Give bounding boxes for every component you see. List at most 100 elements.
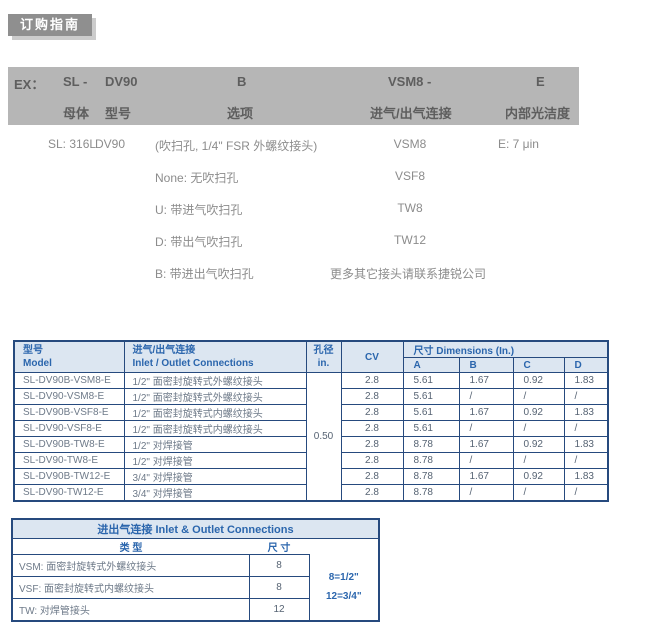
model-cell: SL-DV90B-VSF8-E	[14, 405, 124, 421]
spec-row: SL-DV90B-VSM8-E 1/2" 面密封旋转式外螺纹接头 0.50 2.…	[14, 373, 608, 389]
col-header-d: D	[564, 358, 608, 373]
cv-cell: 2.8	[341, 405, 403, 421]
connection-cell: 1/2" 面密封旋转式内螺纹接头	[124, 421, 306, 437]
cv-cell: 2.8	[341, 469, 403, 485]
cv-cell: 2.8	[341, 485, 403, 502]
col-header-dimensions: 尺寸 Dimensions (In.)	[403, 341, 608, 358]
connections-row: VSM: 面密封旋转式外螺纹接头 8 8=1/2" 12=3/4"	[12, 555, 379, 577]
subheader-spacer	[309, 539, 379, 555]
dim-b-cell: /	[459, 389, 513, 405]
connection-cell: 3/4" 对焊接管	[124, 469, 306, 485]
dim-d-cell: 1.83	[564, 373, 608, 389]
dim-d-cell: 1.83	[564, 437, 608, 453]
label-option: 选项	[227, 103, 253, 122]
option-base-value: SL: 316L	[48, 137, 96, 151]
size-cell: 8	[249, 555, 309, 577]
label-model: 型号	[105, 103, 131, 122]
dim-b-cell: /	[459, 453, 513, 469]
cv-cell: 2.8	[341, 421, 403, 437]
dim-a-cell: 8.78	[403, 437, 459, 453]
option-model-value: DV90	[95, 137, 125, 151]
dim-d-cell: /	[564, 453, 608, 469]
option-item-4: B: 带进出气吹扫孔	[155, 265, 254, 282]
col-header-c: C	[513, 358, 564, 373]
ordering-guide-badge: 订购指南	[8, 14, 92, 36]
model-cell: SL-DV90-VSF8-E	[14, 421, 124, 437]
model-cell: SL-DV90B-VSM8-E	[14, 373, 124, 389]
size-legend: 8=1/2" 12=3/4"	[309, 555, 379, 622]
dim-b-cell: 1.67	[459, 469, 513, 485]
connection-cell: 1/2" 面密封旋转式外螺纹接头	[124, 389, 306, 405]
col-header-a: A	[403, 358, 459, 373]
dim-c-cell: /	[513, 421, 564, 437]
type-cell: TW: 对焊管接头	[12, 599, 249, 622]
ordering-code-header: EX： SL - DV90 B VSM8 - E 母体 型号 选项 进气/出气连…	[8, 67, 579, 125]
code-ex-label: EX：	[14, 74, 44, 93]
dim-a-cell: 5.61	[403, 405, 459, 421]
connection-cell: 1/2" 面密封旋转式外螺纹接头	[124, 373, 306, 389]
dim-d-cell: 1.83	[564, 469, 608, 485]
dim-a-cell: 8.78	[403, 469, 459, 485]
connections-table-title: 进出气连接 Inlet & Outlet Connections	[12, 519, 379, 539]
col-header-connection: 进气/出气连接 Inlet / Outlet Connections	[124, 341, 306, 373]
dim-a-cell: 5.61	[403, 389, 459, 405]
type-cell: VSF: 面密封旋转式内螺纹接头	[12, 577, 249, 599]
col-header-model: 型号 Model	[14, 341, 124, 373]
orifice-cell: 0.50	[306, 373, 341, 502]
model-cell: SL-DV90-VSM8-E	[14, 389, 124, 405]
option-item-3: D: 带出气吹扫孔	[155, 233, 242, 250]
option-item-2: U: 带进气吹扫孔	[155, 201, 242, 218]
cv-cell: 2.8	[341, 453, 403, 469]
model-cell: SL-DV90B-TW12-E	[14, 469, 124, 485]
model-cell: SL-DV90B-TW8-E	[14, 437, 124, 453]
dim-a-cell: 8.78	[403, 485, 459, 502]
spec-table: 型号 Model 进气/出气连接 Inlet / Outlet Connecti…	[13, 340, 609, 502]
label-base: 母体	[63, 103, 89, 122]
dim-b-cell: /	[459, 485, 513, 502]
connection-option-0: VSM8	[380, 137, 440, 151]
label-finish: 内部光洁度	[505, 103, 570, 122]
connection-cell: 3/4" 对焊接管	[124, 485, 306, 502]
code-connection: VSM8 -	[388, 74, 431, 89]
option-item-0: (吹扫孔, 1/4" FSR 外螺纹接头)	[155, 137, 317, 154]
code-option: B	[237, 74, 246, 89]
contact-note: 更多其它接头请联系捷锐公司	[330, 265, 486, 282]
col-header-size: 尺 寸	[249, 539, 309, 555]
connections-table: 进出气连接 Inlet & Outlet Connections 类 型 尺 寸…	[11, 518, 380, 622]
catalog-page: 订购指南 EX： SL - DV90 B VSM8 - E 母体 型号 选项 进…	[0, 0, 663, 625]
dim-b-cell: /	[459, 421, 513, 437]
type-cell: VSM: 面密封旋转式外螺纹接头	[12, 555, 249, 577]
code-model: DV90	[105, 74, 138, 89]
dim-b-cell: 1.67	[459, 405, 513, 421]
connections-subheader-row: 类 型 尺 寸	[12, 539, 379, 555]
connection-cell: 1/2" 面密封旋转式内螺纹接头	[124, 405, 306, 421]
connection-option-3: TW12	[380, 233, 440, 247]
size-cell: 8	[249, 577, 309, 599]
dim-c-cell: /	[513, 453, 564, 469]
dim-d-cell: 1.83	[564, 405, 608, 421]
dim-d-cell: /	[564, 421, 608, 437]
dim-b-cell: 1.67	[459, 373, 513, 389]
connection-cell: 1/2" 对焊接管	[124, 453, 306, 469]
col-header-orifice: 孔径 in.	[306, 341, 341, 373]
option-item-1: None: 无吹扫孔	[155, 169, 238, 186]
size-legend-line2: 12=3/4"	[310, 587, 379, 606]
spec-header-row-1: 型号 Model 进气/出气连接 Inlet / Outlet Connecti…	[14, 341, 608, 358]
dim-c-cell: /	[513, 485, 564, 502]
col-header-b: B	[459, 358, 513, 373]
code-base: SL -	[63, 74, 87, 89]
finish-option: E: 7 μin	[498, 137, 539, 151]
cv-cell: 2.8	[341, 389, 403, 405]
dim-d-cell: /	[564, 389, 608, 405]
col-header-cv: CV	[341, 341, 403, 373]
dim-a-cell: 5.61	[403, 373, 459, 389]
model-cell: SL-DV90-TW8-E	[14, 453, 124, 469]
code-finish: E	[536, 74, 545, 89]
connections-title-row: 进出气连接 Inlet & Outlet Connections	[12, 519, 379, 539]
connection-cell: 1/2" 对焊接管	[124, 437, 306, 453]
size-legend-line1: 8=1/2"	[310, 568, 379, 587]
size-cell: 12	[249, 599, 309, 622]
dim-c-cell: 0.92	[513, 405, 564, 421]
connection-option-2: TW8	[380, 201, 440, 215]
cv-cell: 2.8	[341, 373, 403, 389]
